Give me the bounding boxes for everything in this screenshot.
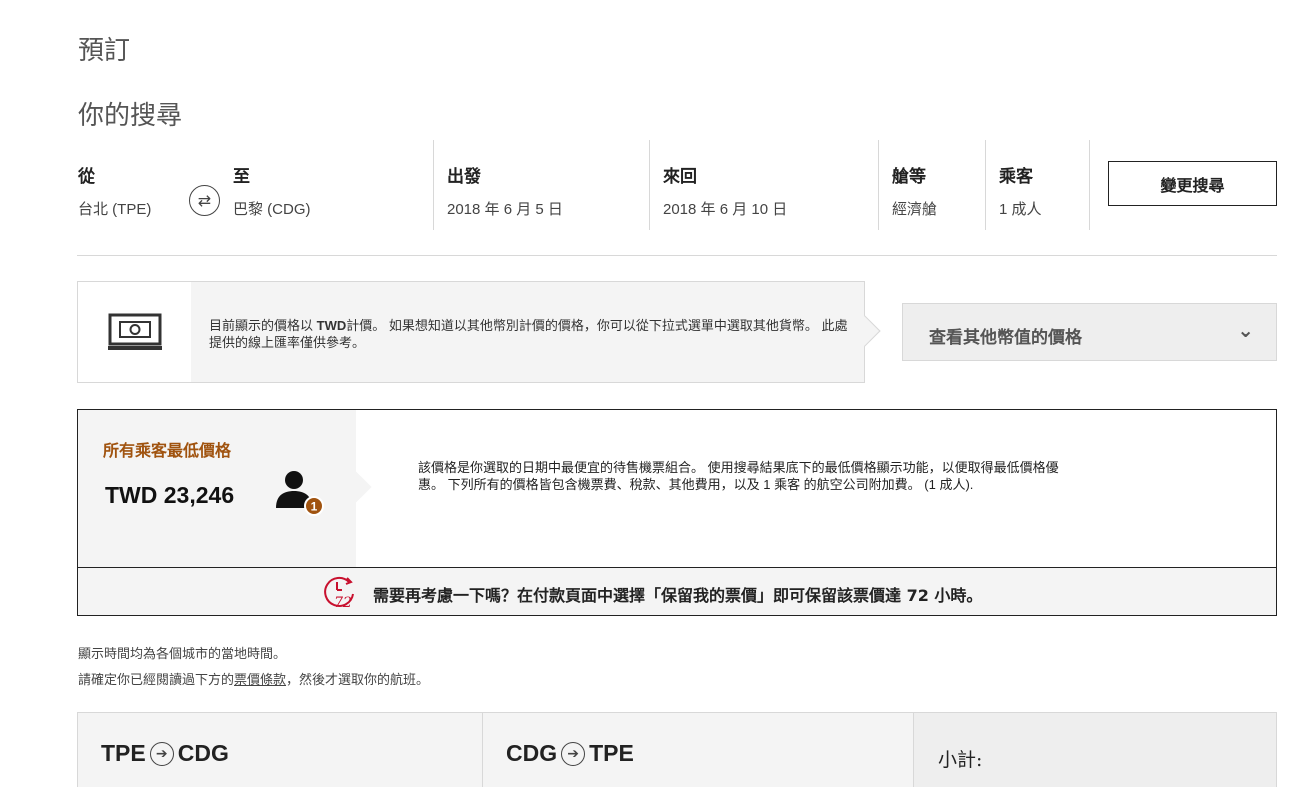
passenger-count-badge: 1	[311, 500, 318, 514]
section-divider	[77, 255, 1277, 256]
lowest-price-title: 所有乘客最低價格	[103, 441, 232, 460]
class-value: 經濟艙	[892, 201, 938, 218]
class-column: 艙等 經濟艙	[878, 140, 985, 230]
passenger-column: 乘客 1 成人	[985, 140, 1089, 230]
page-title: 預訂	[78, 36, 131, 66]
flight-selection-header: TPE ➔ CDG CDG ➔ TPE 小計:	[77, 712, 1277, 787]
hold-hours: 72	[906, 586, 929, 605]
from-label: 從	[78, 167, 95, 186]
fare-terms-note: 請確定你已經閱讀過下方的票價條款，然後才選取你的航班。	[78, 672, 430, 687]
outbound-route: TPE ➔ CDG	[101, 740, 229, 767]
lowest-price-value: TWD 23,246	[105, 482, 235, 508]
lowest-price-box: 所有乘客最低價格 TWD 23,246 1 該價格是你選取的日期中最便宜的待售機…	[77, 409, 1277, 616]
fare-terms-link[interactable]: 票價條款	[234, 672, 286, 687]
inbound-destination: TPE	[589, 740, 634, 766]
inbound-cell: CDG ➔ TPE	[482, 713, 913, 787]
outbound-cell: TPE ➔ CDG	[78, 713, 482, 787]
hold-fare-banner: 72 需要再考慮一下嗎？在付款頁面中選擇「保留我的票價」即可保留該票價達 72 …	[78, 567, 1276, 615]
local-time-note: 顯示時間均為各個城市的當地時間。	[78, 646, 287, 661]
subtotal-cell: 小計:	[913, 713, 1276, 787]
clock-number: 72	[334, 595, 352, 610]
outbound-destination: CDG	[177, 740, 229, 766]
return-column: 來回 2018 年 6 月 10 日	[649, 140, 878, 230]
depart-value: 2018 年 6 月 5 日	[447, 201, 563, 218]
depart-column: 出發 2018 年 6 月 5 日	[433, 140, 649, 230]
search-summary-title: 你的搜尋	[78, 101, 183, 131]
swap-arrows-icon[interactable]: ⇄	[189, 185, 220, 216]
hold-fare-message: 需要再考慮一下嗎？在付款頁面中選擇「保留我的票價」即可保留該票價達 72 小時。	[373, 586, 983, 605]
from-value: 台北 (TPE)	[78, 201, 152, 218]
callout-arrow	[340, 471, 372, 503]
chevron-down-icon: ⌄	[1237, 320, 1254, 342]
arrow-right-icon: ➔	[149, 741, 174, 766]
passenger-label: 乘客	[999, 167, 1033, 186]
depart-label: 出發	[447, 167, 481, 186]
arrow-right-icon: ➔	[561, 741, 586, 766]
return-label: 來回	[663, 167, 697, 186]
currency-info-text: 目前顯示的價格以 TWD計價。 如果想知道以其他幣別計價的價格，你可以從下拉式選…	[209, 318, 848, 350]
inbound-route: CDG ➔ TPE	[506, 740, 634, 767]
passenger-value: 1 成人	[999, 201, 1042, 218]
lowest-price-description: 該價格是你選取的日期中最便宜的待售機票組合。 使用搜尋結果底下的最低價格顯示功能…	[418, 460, 1059, 492]
to-column: 至 巴黎 (CDG)	[233, 140, 433, 230]
currency-info-box: 目前顯示的價格以 TWD計價。 如果想知道以其他幣別計價的價格，你可以從下拉式選…	[77, 281, 881, 383]
currency-select-label: 查看其他幣值的價格	[929, 328, 1082, 347]
passenger-icon: 1	[276, 471, 324, 516]
currency-select[interactable]: 查看其他幣值的價格 ⌄	[902, 303, 1277, 361]
outbound-origin: TPE	[101, 740, 146, 766]
inbound-origin: CDG	[506, 740, 558, 766]
to-value: 巴黎 (CDG)	[233, 201, 311, 218]
subtotal-label: 小計:	[938, 749, 983, 771]
return-value: 2018 年 6 月 10 日	[663, 201, 788, 218]
to-label: 至	[233, 167, 250, 186]
class-label: 艙等	[892, 167, 926, 186]
from-column: 從 台北 (TPE)	[78, 140, 188, 230]
button-separator	[1089, 140, 1090, 230]
currency-code: TWD	[316, 318, 347, 333]
callout-arrow	[849, 315, 881, 347]
change-search-button[interactable]: 變更搜尋	[1108, 161, 1277, 206]
search-summary: 從 台北 (TPE) ⇄ 至 巴黎 (CDG) 出發 2018 年 6 月 5 …	[78, 140, 1277, 230]
money-laptop-icon	[107, 313, 162, 350]
clock-72-icon: 72	[324, 576, 354, 610]
currency-icon-cell	[78, 282, 191, 382]
